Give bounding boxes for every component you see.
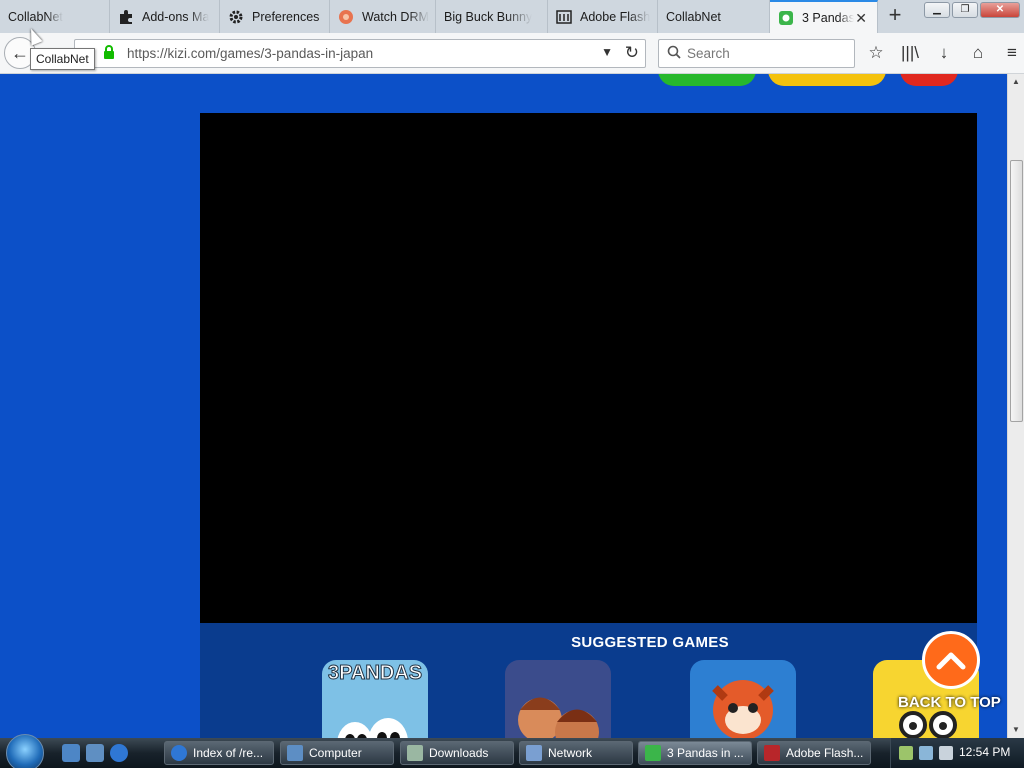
- network-tray-icon[interactable]: [919, 746, 933, 760]
- lock-icon: [103, 45, 117, 62]
- search-icon: [667, 45, 681, 62]
- gear-icon: [228, 9, 244, 25]
- url-bar[interactable]: https://kizi.com/games/3-pandas-in-japan…: [74, 39, 646, 68]
- tab-watch-drm[interactable]: Watch DRM: [330, 0, 436, 33]
- back-to-top-label[interactable]: BACK TO TOP: [898, 694, 1001, 711]
- suggested-games-panel: SUGGESTED GAMES 3PANDAS: [200, 623, 979, 738]
- tab-tooltip: CollabNet: [30, 48, 95, 70]
- downloads-icon[interactable]: ↓: [933, 43, 955, 63]
- close-tab-icon[interactable]: ✕: [855, 10, 867, 27]
- new-tab-button[interactable]: +: [883, 4, 907, 28]
- minimize-button[interactable]: ▁: [924, 2, 950, 18]
- start-button[interactable]: [6, 734, 44, 768]
- taskbar-item-label: Computer: [309, 746, 362, 760]
- navigation-bar: ← https://kizi.com/games/3-pandas-in-jap…: [0, 33, 1024, 74]
- red-header-button[interactable]: [900, 74, 958, 86]
- scrollbar-thumb[interactable]: [1010, 160, 1023, 422]
- chevron-up-icon: [936, 652, 966, 670]
- ie-icon: [171, 745, 187, 761]
- ie-quicklaunch-icon[interactable]: [110, 744, 128, 762]
- volume-muted-icon[interactable]: [939, 746, 953, 760]
- tab-label: Add-ons Ma: [142, 9, 210, 24]
- page-content: SUGGESTED GAMES 3PANDAS BACK TO TOP: [0, 74, 1007, 738]
- toolbar-icons: ☆ |||\ ↓ ⌂ ≡: [865, 43, 1023, 63]
- thumbnail-caption: 3PANDAS: [327, 662, 423, 685]
- scroll-up-arrow-icon[interactable]: ▲: [1008, 74, 1024, 90]
- kizi-icon: [778, 10, 794, 26]
- computer-icon: [287, 745, 303, 761]
- tab-label: Adobe Flash: [580, 9, 651, 24]
- tab-addons[interactable]: Add-ons Ma: [110, 0, 220, 33]
- menu-icon[interactable]: ≡: [1001, 43, 1023, 63]
- search-bar[interactable]: Search: [658, 39, 855, 68]
- tab-preferences[interactable]: Preferences: [220, 0, 330, 33]
- firefox-icon: [645, 745, 661, 761]
- update-icon[interactable]: [899, 746, 913, 760]
- taskbar-item-index[interactable]: Index of /re...: [164, 741, 274, 765]
- puzzle-icon: [118, 9, 134, 25]
- taskbar-item-adobe-flash[interactable]: Adobe Flash...: [757, 741, 871, 765]
- window-close-button[interactable]: ✕: [980, 2, 1020, 18]
- system-tray: 12:54 PM: [890, 738, 1024, 768]
- url-text: https://kizi.com/games/3-pandas-in-japan: [127, 46, 374, 61]
- taskbar-item-3-pandas[interactable]: 3 Pandas in ...: [638, 741, 752, 765]
- windows-taskbar: Index of /re... Computer Downloads Netwo…: [0, 734, 1024, 768]
- scroll-down-arrow-icon[interactable]: ▼: [1008, 722, 1024, 738]
- window-controls: ▁ ❐ ✕: [924, 2, 1020, 18]
- tab-label: Preferences: [252, 9, 320, 24]
- tab-label: 3 Pandas: [802, 10, 854, 25]
- tab-label: CollabNet: [666, 9, 721, 24]
- game-thumbnail-3pandas[interactable]: 3PANDAS: [322, 660, 428, 738]
- taskbar-item-network[interactable]: Network: [519, 741, 633, 765]
- taskbar-item-computer[interactable]: Computer: [280, 741, 394, 765]
- reload-icon[interactable]: ↻: [625, 43, 639, 63]
- vertical-scrollbar[interactable]: ▲ ▼: [1007, 74, 1024, 738]
- quick-launch: [62, 744, 128, 762]
- tab-label: Big Buck Bunny: [444, 9, 533, 24]
- switch-windows-icon[interactable]: [86, 744, 104, 762]
- library-icon[interactable]: |||\: [899, 43, 921, 63]
- game-player[interactable]: [200, 113, 977, 623]
- tab-adobe-flash[interactable]: Adobe Flash: [548, 0, 658, 33]
- game-thumbnail-2[interactable]: [505, 660, 611, 738]
- back-to-top-button[interactable]: [922, 631, 980, 689]
- drm-icon: [338, 9, 354, 25]
- flash-icon: [764, 745, 780, 761]
- folder-icon: [407, 745, 423, 761]
- suggested-games-title: SUGGESTED GAMES: [571, 634, 729, 651]
- tab-label: Watch DRM: [362, 9, 429, 24]
- home-icon[interactable]: ⌂: [967, 43, 989, 63]
- tab-strip: CollabNet Add-ons Ma Preferences Watch D…: [0, 0, 1024, 33]
- taskbar-item-downloads[interactable]: Downloads: [400, 741, 514, 765]
- bookmark-star-icon[interactable]: ☆: [865, 43, 887, 63]
- show-desktop-icon[interactable]: [62, 744, 80, 762]
- game-thumbnail-3[interactable]: [690, 660, 796, 738]
- taskbar-item-label: Network: [548, 746, 593, 760]
- network-icon: [526, 745, 542, 761]
- taskbar-item-label: 3 Pandas in ...: [667, 746, 744, 760]
- tab-big-buck-bunny[interactable]: Big Buck Bunny: [436, 0, 548, 33]
- tab-collabnet-2[interactable]: CollabNet: [658, 0, 770, 33]
- maximize-button[interactable]: ❐: [952, 2, 978, 18]
- yellow-header-button[interactable]: [768, 74, 886, 86]
- taskbar-item-label: Adobe Flash...: [786, 746, 864, 760]
- taskbar-item-label: Index of /re...: [193, 746, 264, 760]
- green-header-button[interactable]: [658, 74, 756, 86]
- tab-label: CollabNet: [8, 9, 63, 24]
- taskbar-item-label: Downloads: [429, 746, 489, 760]
- tab-collabnet-1[interactable]: CollabNet: [0, 0, 110, 33]
- adobe-icon: [556, 9, 572, 25]
- search-placeholder: Search: [687, 46, 730, 61]
- clock[interactable]: 12:54 PM: [959, 745, 1010, 759]
- chevron-down-icon[interactable]: ▼: [601, 45, 613, 59]
- tab-3-pandas[interactable]: 3 Pandas ✕: [770, 0, 878, 33]
